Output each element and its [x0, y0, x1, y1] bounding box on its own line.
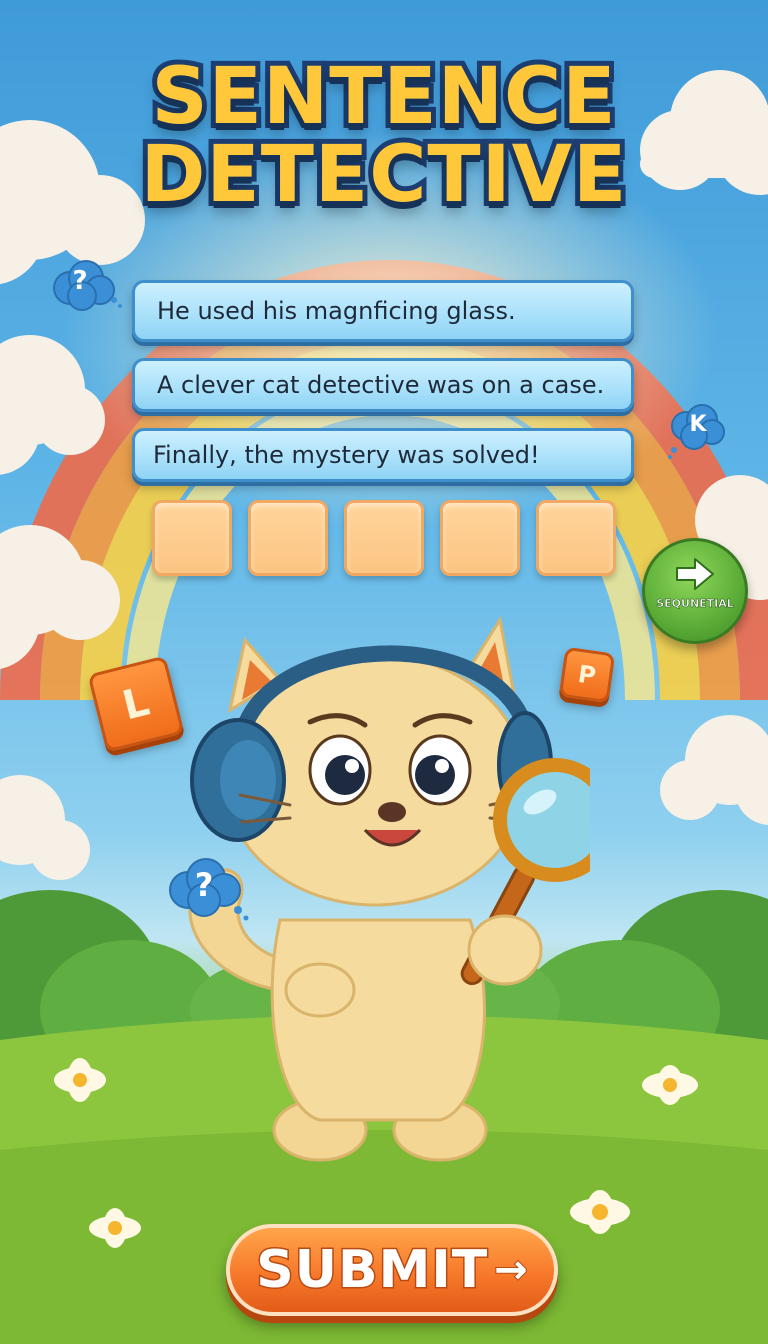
- answer-slot[interactable]: [152, 500, 232, 576]
- sequential-next-button[interactable]: SEQUNETIAL: [642, 538, 748, 644]
- cloud: [0, 775, 90, 880]
- sentence-card[interactable]: He used his magnficing glass.: [132, 280, 634, 342]
- bubble-question-mark: ?: [72, 266, 88, 296]
- sequential-button-label: SEQUNETIAL: [656, 597, 734, 611]
- game-screen: SENTENCE DETECTIVE ? He used his magnfic…: [0, 0, 768, 1344]
- letter-k-bubble-icon: K: [664, 402, 728, 462]
- game-title-line2: DETECTIVE: [136, 125, 632, 225]
- submit-label: SUBMIT: [255, 1239, 489, 1302]
- question-bubble-icon: ?: [164, 856, 252, 926]
- arrow-right-icon: →: [493, 1246, 528, 1294]
- bubble-question-mark: ?: [194, 866, 214, 904]
- cloud: [660, 715, 768, 825]
- letter-tile-k: K: [689, 412, 707, 437]
- answer-slot[interactable]: [248, 500, 328, 576]
- answer-slot[interactable]: [536, 500, 616, 576]
- sentence-card[interactable]: Finally, the mystery was solved!: [132, 428, 634, 482]
- sentence-card[interactable]: A clever cat detective was on a case.: [132, 358, 634, 412]
- submit-button[interactable]: SUBMIT →: [226, 1224, 558, 1316]
- game-title-line1: SENTENCE: [146, 47, 620, 147]
- question-bubble-icon: ?: [48, 258, 124, 314]
- answer-slot[interactable]: [344, 500, 424, 576]
- arrow-right-icon: [676, 558, 714, 590]
- answer-slot[interactable]: [440, 500, 520, 576]
